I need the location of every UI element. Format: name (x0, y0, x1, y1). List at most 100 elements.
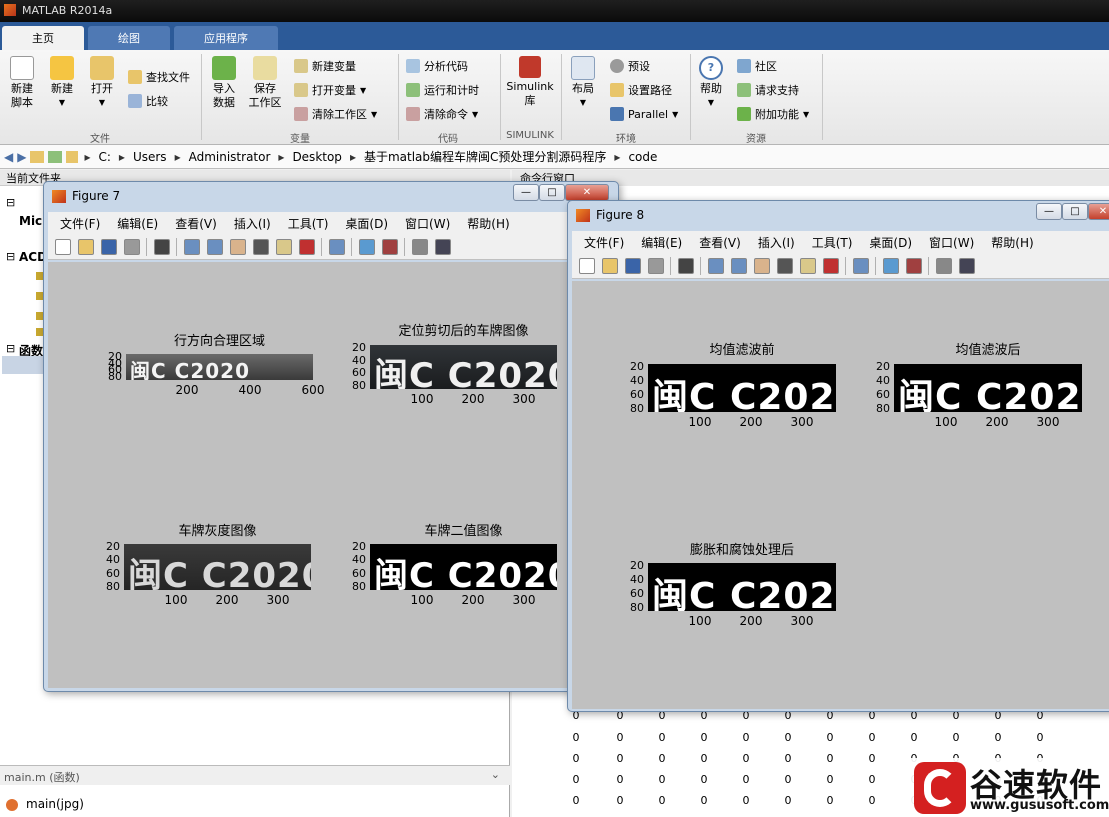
help-button[interactable]: ? 帮助 ▼ (694, 56, 728, 110)
clear-commands-button[interactable]: 清除命令 ▼ (406, 105, 478, 123)
tree-item[interactable]: Mic (19, 214, 42, 228)
close-button[interactable]: ✕ (565, 184, 609, 201)
preferences-button[interactable]: 预设 (610, 57, 650, 75)
figure-7-window[interactable]: Figure 7 — □ ✕ 文件(F) 编辑(E) 查看(V) 插入(I) 工具(T)… (43, 181, 619, 692)
figure-menu-item[interactable]: 文件(F) (60, 215, 100, 232)
tree-collapse-icon[interactable]: ⊟ (6, 342, 15, 355)
selected-row[interactable] (2, 356, 46, 374)
zoom-out-icon[interactable] (207, 238, 223, 255)
link-plot-icon[interactable] (329, 238, 345, 255)
request-support-button[interactable]: 请求支持 (737, 81, 799, 99)
close-button[interactable]: ✕ (1088, 203, 1109, 220)
print-icon[interactable] (648, 257, 664, 274)
clear-workspace-button[interactable]: 清除工作区 ▼ (294, 105, 377, 123)
link-plot-icon[interactable] (853, 257, 869, 274)
colorbar-icon[interactable] (359, 238, 375, 255)
figure-canvas[interactable]: 均值滤波前闽C C202020406080100200300均值滤波后闽C C2… (572, 281, 1109, 709)
figure-8-window[interactable]: Figure 8 — □ ✕ 文件(F) 编辑(E) 查看(V) 插入(I) 工具(T)… (567, 200, 1109, 712)
zoom-in-icon[interactable] (708, 257, 724, 274)
open-file-icon[interactable] (602, 257, 618, 274)
dock-icon[interactable] (435, 238, 451, 255)
open-button[interactable]: 打开 ▼ (84, 56, 120, 110)
chevron-down-icon[interactable]: ⌄ (491, 768, 500, 781)
breadcrumb-item[interactable]: Users (133, 150, 167, 164)
brush-icon[interactable] (823, 257, 839, 274)
open-variable-button[interactable]: 打开变量 ▼ (294, 81, 366, 99)
figure-menu-item[interactable]: 帮助(H) (991, 234, 1033, 251)
save-icon[interactable] (101, 238, 117, 255)
breadcrumb-item[interactable]: Administrator (189, 150, 271, 164)
new-variable-button[interactable]: 新建变量 (294, 57, 356, 75)
save-workspace-button[interactable]: 保存 工作区 (246, 56, 284, 110)
save-icon[interactable] (625, 257, 641, 274)
brush-icon[interactable] (299, 238, 315, 255)
figure-menu-item[interactable]: 编辑(E) (641, 234, 682, 251)
pointer-icon[interactable] (678, 257, 694, 274)
up-folder-icon[interactable] (30, 150, 45, 163)
add-ons-button[interactable]: 附加功能 ▼ (737, 105, 809, 123)
layout-button[interactable]: 布局 ▼ (566, 56, 600, 110)
figure-menu-item[interactable]: 查看(V) (175, 215, 217, 232)
figure-menu-item[interactable]: 文件(F) (584, 234, 624, 251)
figure-menu-item[interactable]: 窗口(W) (929, 234, 974, 251)
zoom-out-icon[interactable] (731, 257, 747, 274)
new-script-button[interactable]: 新建 脚本 (4, 56, 40, 110)
community-button[interactable]: 社区 (737, 57, 777, 75)
tab-home[interactable]: 主页 (2, 26, 84, 50)
back-arrow-icon[interactable]: ◀ (4, 150, 13, 164)
import-data-button[interactable]: 导入 数据 (206, 56, 242, 110)
run-and-time-button[interactable]: 运行和计时 (406, 81, 479, 99)
figure-menu-item[interactable]: 查看(V) (699, 234, 741, 251)
figure-menu-item[interactable]: 工具(T) (812, 234, 853, 251)
parallel-button[interactable]: Parallel ▼ (610, 105, 678, 123)
figure-menu-item[interactable]: 插入(I) (234, 215, 271, 232)
tab-apps[interactable]: 应用程序 (174, 26, 278, 50)
legend-icon[interactable] (906, 257, 922, 274)
find-files-button[interactable]: 查找文件 (128, 68, 190, 86)
print-icon[interactable] (124, 238, 140, 255)
minimize-button[interactable]: — (513, 184, 539, 201)
pan-hand-icon[interactable] (230, 238, 246, 255)
breadcrumb-item[interactable]: C: (99, 150, 111, 164)
figure-menu-item[interactable]: 工具(T) (288, 215, 329, 232)
set-path-button[interactable]: 设置路径 (610, 81, 672, 99)
maximize-button[interactable]: □ (539, 184, 565, 201)
zoom-in-icon[interactable] (184, 238, 200, 255)
minimize-button[interactable]: — (1036, 203, 1062, 220)
maximize-button[interactable]: □ (1062, 203, 1088, 220)
tree-collapse-icon[interactable]: ⊟ (6, 250, 15, 263)
new-figure-icon[interactable] (55, 238, 71, 255)
hide-tools-icon[interactable] (936, 257, 952, 274)
tab-plots[interactable]: 绘图 (88, 26, 170, 50)
figure-menu-item[interactable]: 编辑(E) (117, 215, 158, 232)
data-cursor-icon[interactable] (800, 257, 816, 274)
figure-canvas[interactable]: 行方向合理区域 闽C C2020 20 40 60 80 200 400 600 定位剪切后的车牌… (48, 262, 616, 688)
new-button[interactable]: 新建 ▼ (44, 56, 80, 110)
analyze-code-button[interactable]: 分析代码 (406, 57, 468, 75)
simulink-library-button[interactable]: Simulink 库 (504, 56, 556, 108)
rotate-icon[interactable] (777, 257, 793, 274)
open-file-icon[interactable] (78, 238, 94, 255)
breadcrumb-item[interactable]: 基于matlab编程车牌闽C预处理分割源码程序 (364, 148, 606, 165)
tree-collapse-icon[interactable]: ⊟ (6, 196, 15, 209)
colorbar-icon[interactable] (883, 257, 899, 274)
figure-menu-item[interactable]: 窗口(W) (405, 215, 450, 232)
figure-menu-item[interactable]: 桌面(D) (345, 215, 388, 232)
figure-menu-item[interactable]: 桌面(D) (869, 234, 912, 251)
pan-hand-icon[interactable] (754, 257, 770, 274)
breadcrumb-item[interactable]: code (628, 150, 657, 164)
compare-button[interactable]: 比较 (128, 92, 168, 110)
y-tick-label: 40 (630, 573, 644, 586)
browse-folder-icon[interactable] (48, 150, 63, 163)
figure-menu-item[interactable]: 帮助(H) (467, 215, 509, 232)
hide-tools-icon[interactable] (412, 238, 428, 255)
dock-icon[interactable] (959, 257, 975, 274)
pointer-icon[interactable] (154, 238, 170, 255)
breadcrumb-item[interactable]: Desktop (292, 150, 342, 164)
data-cursor-icon[interactable] (276, 238, 292, 255)
new-figure-icon[interactable] (579, 257, 595, 274)
figure-menu-item[interactable]: 插入(I) (758, 234, 795, 251)
legend-icon[interactable] (382, 238, 398, 255)
rotate-icon[interactable] (253, 238, 269, 255)
forward-arrow-icon[interactable]: ▶ (17, 150, 26, 164)
